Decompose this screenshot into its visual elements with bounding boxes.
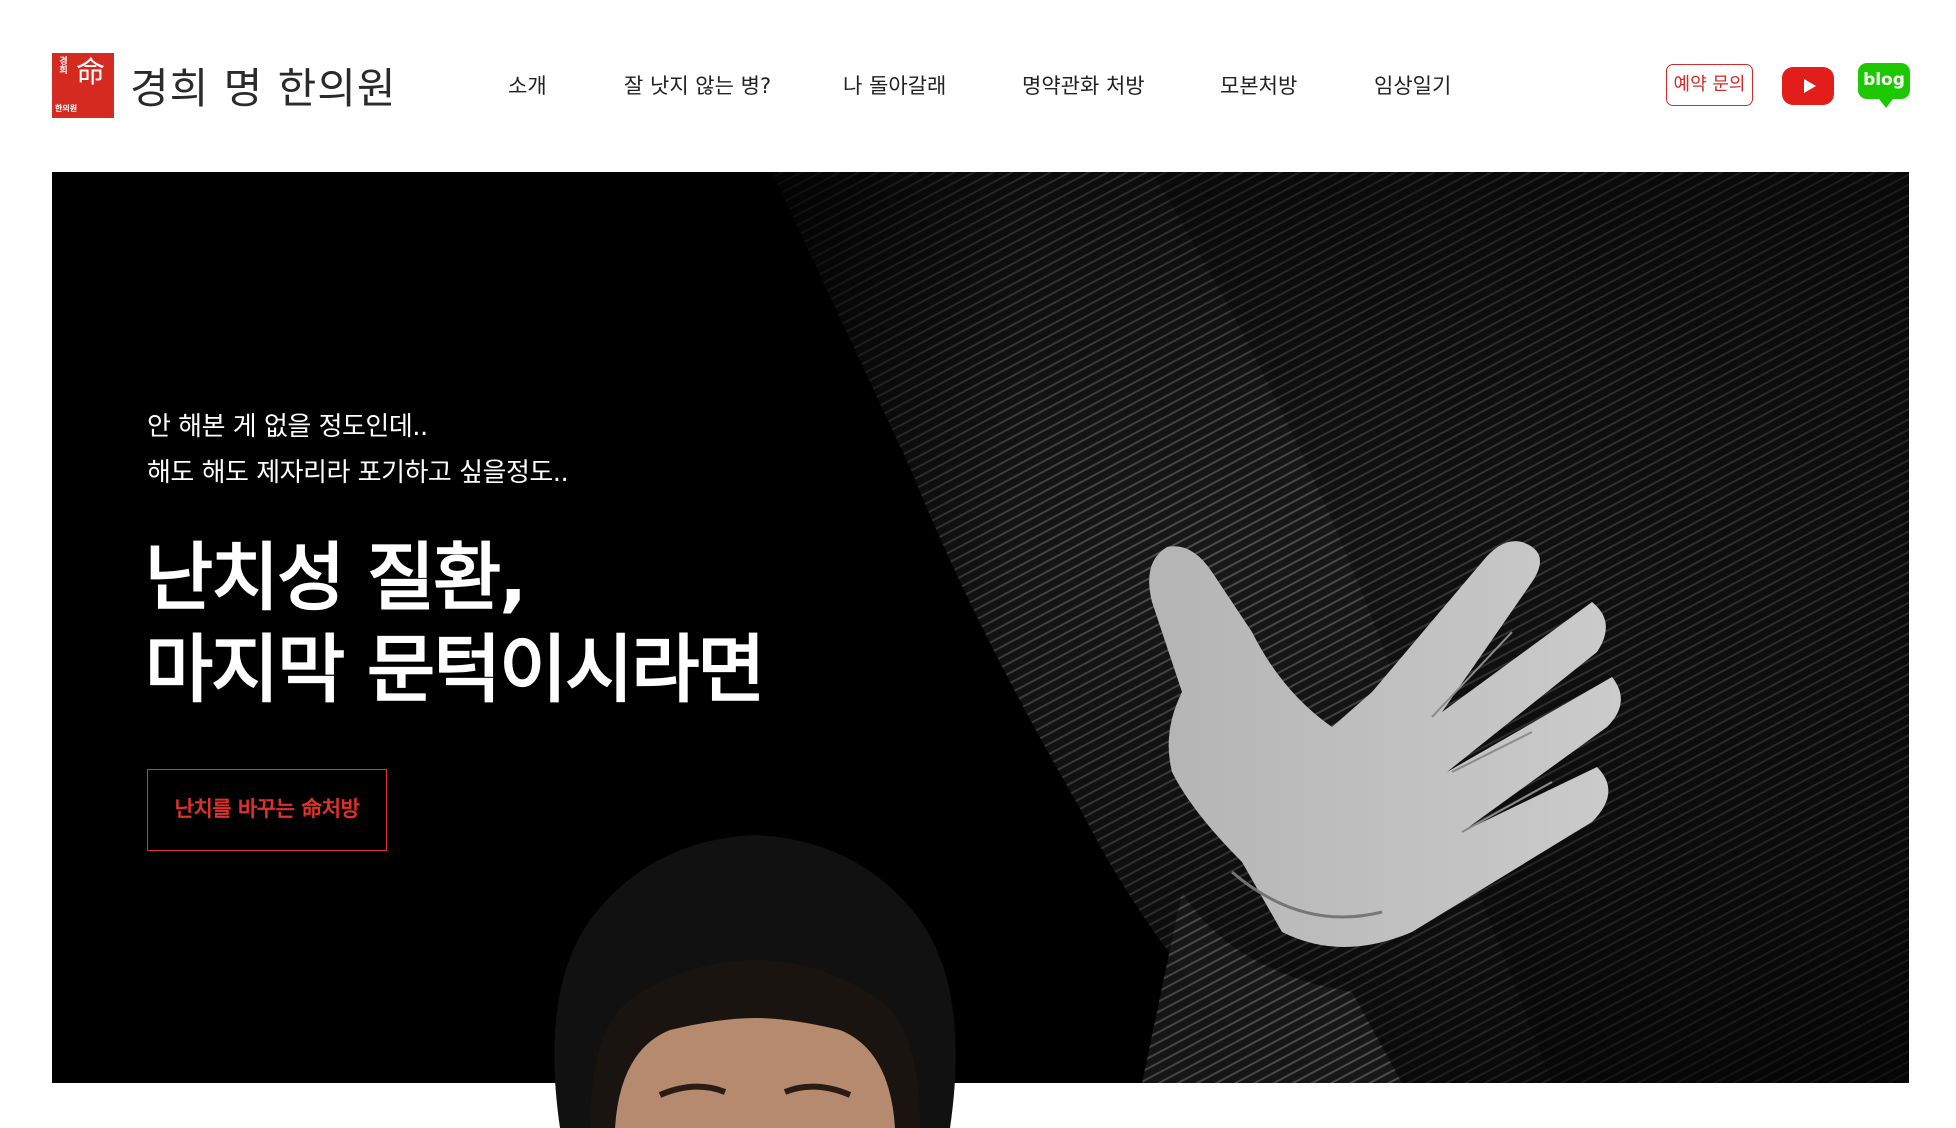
play-icon — [1803, 79, 1816, 93]
logo-seal-top-text: 경희 — [57, 55, 67, 74]
logo-seal-glyph: 命 — [76, 54, 106, 89]
blog-bubble-tail — [1879, 99, 1893, 108]
hero-title-line-1: 난치성 질환, — [145, 535, 527, 621]
site-logo[interactable]: 경희 命 한의원 경희 명 한의원 — [52, 52, 397, 118]
youtube-icon[interactable] — [1782, 67, 1834, 105]
hero-cta-button[interactable]: 난치를 바꾸는 命처방 — [147, 769, 387, 851]
site-header: 경희 命 한의원 경희 명 한의원 소개 잘 낫지 않는 병? 나 돌아갈래 명… — [0, 0, 1956, 172]
logo-seal-bottom-text: 한의원 — [55, 103, 78, 113]
nav-item-go-back[interactable]: 나 돌아갈래 — [843, 68, 946, 104]
nav-item-clear-prescription[interactable]: 명약관화 처방 — [1022, 68, 1145, 104]
hero-title: 난치성 질환, 마지막 문턱이시라면 — [145, 532, 765, 716]
logo-seal-icon: 경희 命 한의원 — [52, 52, 114, 118]
reservation-inquiry-button[interactable]: 예약 문의 — [1666, 64, 1753, 106]
blog-button[interactable]: blog — [1858, 63, 1910, 99]
nav-item-stubborn-disease[interactable]: 잘 낫지 않는 병? — [624, 68, 771, 104]
doctor-portrait-image — [554, 835, 956, 1128]
hero-subtitle-line-2: 해도 해도 제자리라 포기하고 싶을정도.. — [147, 458, 569, 488]
logo-text: 경희 명 한의원 — [130, 63, 397, 113]
nav-item-clinical-diary[interactable]: 임상일기 — [1374, 68, 1451, 104]
nav-item-model-prescription[interactable]: 모본처방 — [1220, 68, 1297, 104]
nav-item-intro[interactable]: 소개 — [508, 68, 547, 104]
hero-subtitle-line-1: 안 해본 게 없을 정도인데.. — [147, 412, 428, 442]
hero-title-line-2: 마지막 문턱이시라면 — [145, 627, 765, 713]
hero-subtitle: 안 해본 게 없을 정도인데.. 해도 해도 제자리라 포기하고 싶을정도.. — [147, 404, 569, 496]
